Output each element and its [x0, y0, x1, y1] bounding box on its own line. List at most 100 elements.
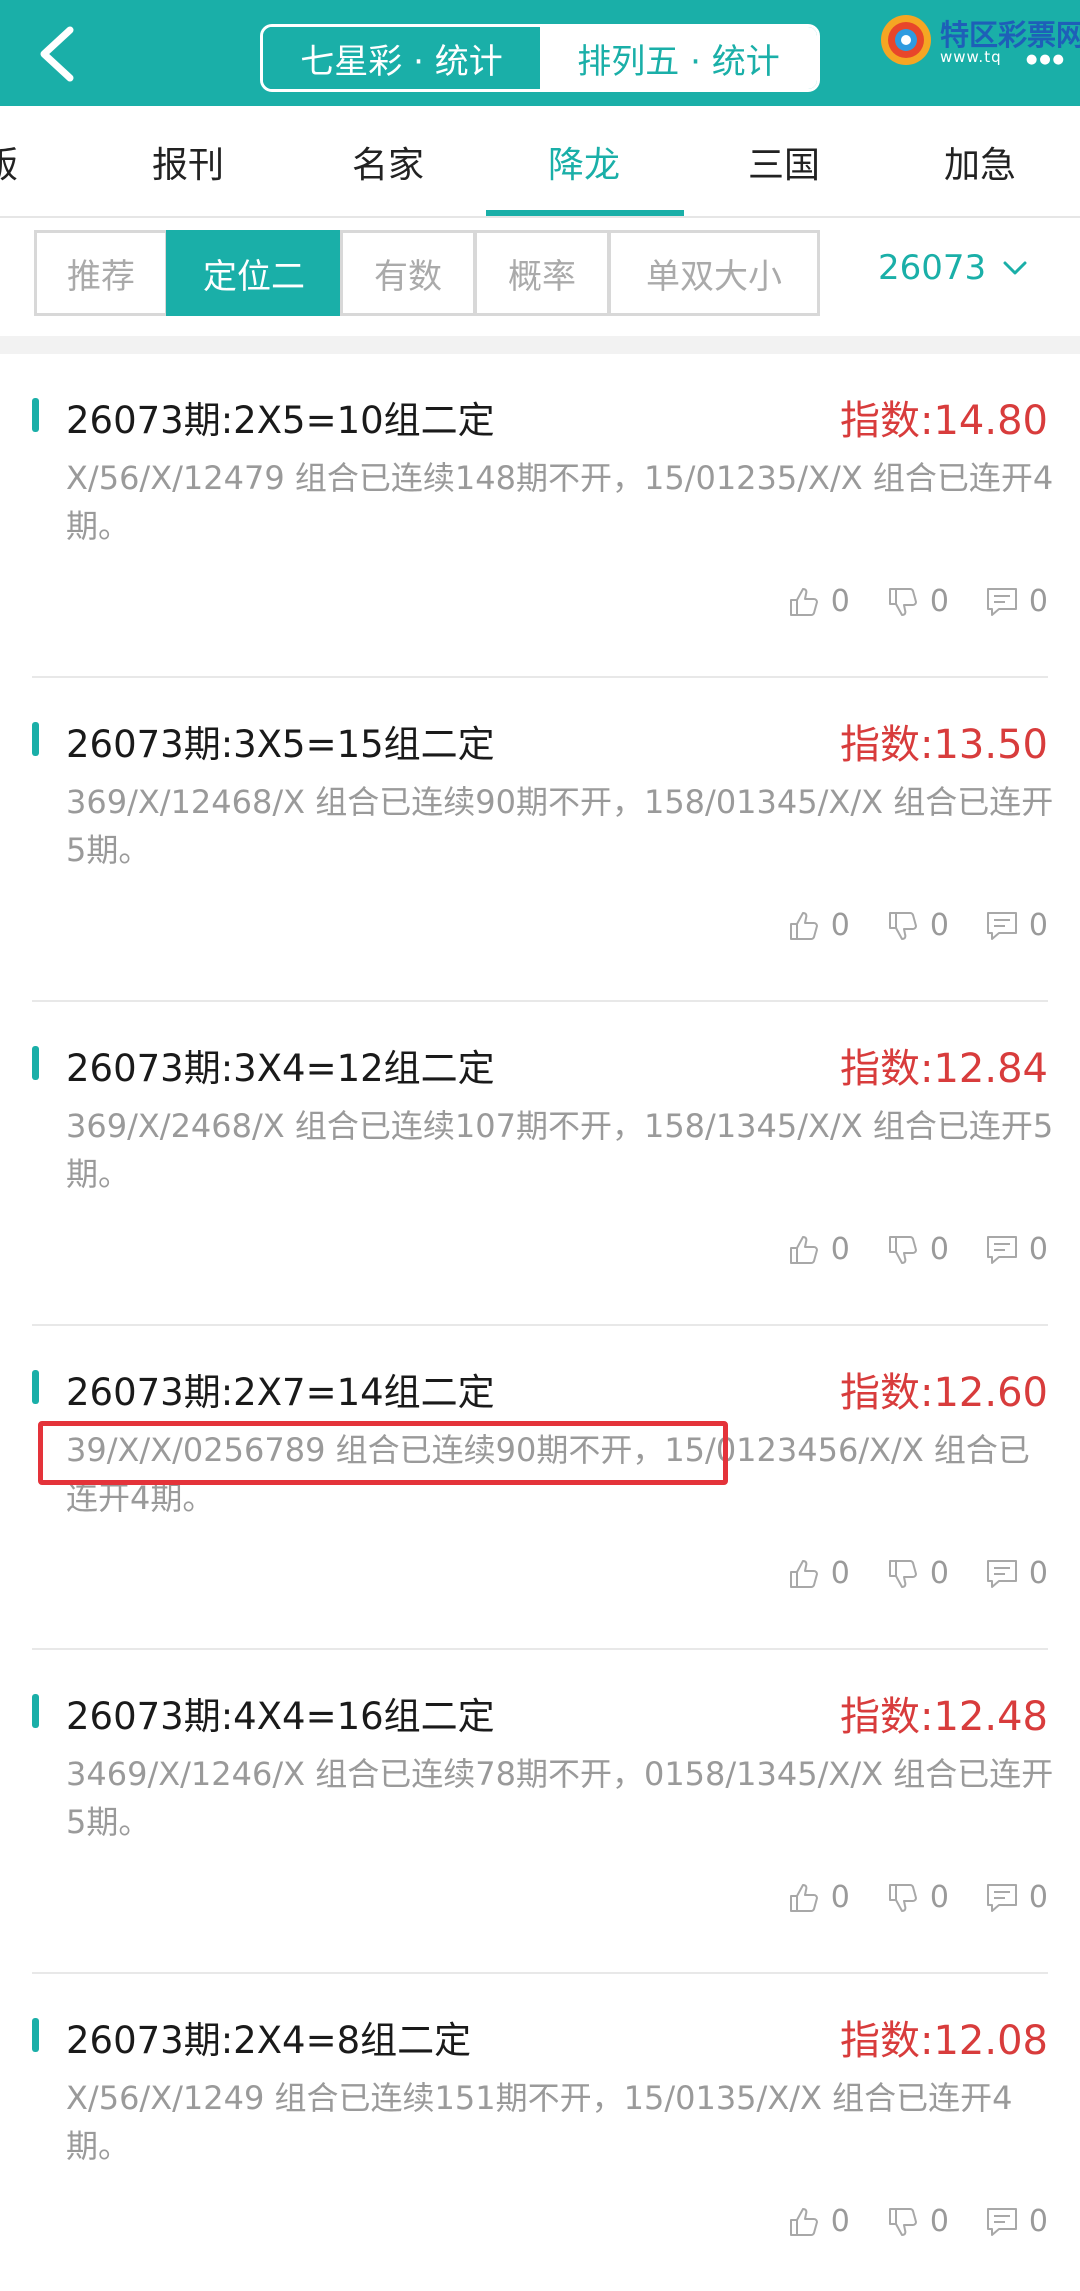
thumbs-down-icon: [888, 1559, 917, 1588]
title-marker: [32, 398, 39, 432]
like-button[interactable]: 0: [787, 908, 850, 943]
item-description: 369/X/2468/X 组合已连续107期不开，158/1345/X/X 组合…: [66, 1107, 1054, 1193]
segment-qxc[interactable]: 七星彩 · 统计: [263, 27, 540, 89]
thumbs-up-icon: [789, 1235, 818, 1264]
logo-swirl-icon: [881, 15, 931, 65]
chevron-left-icon: [40, 26, 74, 82]
segment-plw[interactable]: 排列五 · 统计: [540, 27, 817, 89]
dislike-button[interactable]: 0: [886, 1232, 949, 1267]
filter-recommend[interactable]: 推荐: [34, 230, 168, 316]
comment-button[interactable]: 0: [985, 908, 1048, 943]
item-description: X/56/X/12479 组合已连续148期不开，15/01235/X/X 组合…: [66, 459, 1054, 545]
thumbs-down-icon: [888, 1883, 917, 1912]
title-marker: [32, 2018, 39, 2052]
tab-newspaper[interactable]: 报刊: [118, 106, 258, 218]
item-index: 指数:12.60: [840, 1370, 1048, 1416]
tab-experts[interactable]: 名家: [318, 106, 458, 218]
period-value: 26073: [878, 248, 987, 288]
comment-button[interactable]: 0: [985, 2204, 1048, 2239]
list-item[interactable]: 26073期:2X5=10组二定 指数:14.80 X/56/X/12479 组…: [32, 354, 1053, 678]
comment-count: 0: [1028, 1556, 1048, 1591]
comment-button[interactable]: 0: [985, 1232, 1048, 1267]
like-button[interactable]: 0: [787, 1880, 850, 1915]
tab-xianglong[interactable]: 降龙: [514, 106, 654, 218]
item-actions: 0 0 0: [787, 1880, 1048, 1915]
like-count: 0: [830, 584, 850, 619]
filter-probability[interactable]: 概率: [474, 230, 610, 316]
dislike-count: 0: [929, 584, 949, 619]
item-index: 指数:14.80: [840, 398, 1048, 444]
top-bar: 七星彩 · 统计 排列五 · 统计 特区彩票网 www.tq ●●●: [0, 0, 1080, 106]
prediction-list: 26073期:2X5=10组二定 指数:14.80 X/56/X/12479 组…: [0, 354, 1080, 2291]
item-actions: 0 0 0: [787, 1556, 1048, 1591]
tab-sanguo[interactable]: 三国: [714, 106, 854, 218]
comment-button[interactable]: 0: [985, 1556, 1048, 1591]
item-actions: 0 0 0: [787, 908, 1048, 943]
item-actions: 0 0 0: [787, 1232, 1048, 1267]
dislike-button[interactable]: 0: [886, 584, 949, 619]
period-selector[interactable]: 26073: [878, 248, 1028, 288]
comment-icon: [986, 1559, 1017, 1588]
like-count: 0: [830, 1880, 850, 1915]
logo-url: www.tq: [940, 48, 1002, 66]
title-marker: [32, 1046, 39, 1080]
item-title: 26073期:2X5=10组二定: [66, 399, 495, 442]
like-count: 0: [830, 2204, 850, 2239]
dislike-button[interactable]: 0: [886, 1556, 949, 1591]
like-button[interactable]: 0: [787, 1556, 850, 1591]
filter-position-two[interactable]: 定位二: [166, 230, 342, 316]
item-title: 26073期:3X5=15组二定: [66, 723, 495, 766]
thumbs-up-icon: [789, 1883, 818, 1912]
comment-icon: [986, 587, 1017, 616]
comment-count: 0: [1028, 1880, 1048, 1915]
item-description: 369/X/12468/X 组合已连续90期不开，158/01345/X/X 组…: [66, 783, 1054, 869]
like-count: 0: [830, 1556, 850, 1591]
comment-icon: [986, 1235, 1017, 1264]
list-item[interactable]: 26073期:2X4=8组二定 指数:12.08 X/56/X/1249 组合已…: [32, 1974, 1048, 2291]
comment-button[interactable]: 0: [985, 1880, 1048, 1915]
comment-button[interactable]: 0: [985, 584, 1048, 619]
dislike-button[interactable]: 0: [886, 2204, 949, 2239]
title-marker: [32, 722, 39, 756]
title-marker: [32, 1694, 39, 1728]
filter-bar: 推荐 定位二 有数 概率 单双大小 26073: [0, 218, 1080, 342]
like-button[interactable]: 0: [787, 584, 850, 619]
thumbs-up-icon: [789, 911, 818, 940]
list-item[interactable]: 26073期:3X5=15组二定 指数:13.50 369/X/12468/X …: [32, 678, 1053, 1002]
comment-icon: [986, 2207, 1017, 2236]
title-marker: [32, 1370, 39, 1404]
thumbs-down-icon: [888, 2207, 917, 2236]
thumbs-down-icon: [888, 587, 917, 616]
like-button[interactable]: 0: [787, 2204, 850, 2239]
like-button[interactable]: 0: [787, 1232, 850, 1267]
dislike-button[interactable]: 0: [886, 1880, 949, 1915]
thumbs-down-icon: [888, 1235, 917, 1264]
dislike-button[interactable]: 0: [886, 908, 949, 943]
logo-dots: ●●●: [1026, 52, 1067, 67]
dislike-count: 0: [929, 908, 949, 943]
filter-odd-even-size[interactable]: 单双大小: [608, 230, 820, 316]
item-index: 指数:12.84: [840, 1046, 1048, 1092]
like-count: 0: [830, 1232, 850, 1267]
item-index: 指数:12.48: [840, 1694, 1048, 1740]
tab-ban[interactable]: 版: [0, 106, 40, 218]
list-item[interactable]: 26073期:3X4=12组二定 指数:12.84 369/X/2468/X 组…: [32, 1002, 1053, 1326]
thumbs-down-icon: [888, 911, 917, 940]
item-title: 26073期:2X4=8组二定: [66, 2019, 472, 2062]
filter-has-number[interactable]: 有数: [340, 230, 476, 316]
dislike-count: 0: [929, 1232, 949, 1267]
dislike-count: 0: [929, 1880, 949, 1915]
lottery-switch: 七星彩 · 统计 排列五 · 统计: [260, 24, 820, 92]
comment-count: 0: [1028, 584, 1048, 619]
tab-urgent[interactable]: 加急: [910, 106, 1050, 218]
list-item[interactable]: 26073期:4X4=16组二定 指数:12.48 3469/X/1246/X …: [32, 1650, 1053, 1974]
active-tab-indicator: [486, 210, 684, 216]
chevron-down-icon: [1003, 261, 1027, 275]
like-count: 0: [830, 908, 850, 943]
back-button[interactable]: [28, 22, 88, 86]
list-item[interactable]: 26073期:2X7=14组二定 指数:12.60 39/X/X/0256789…: [32, 1326, 1048, 1650]
item-actions: 0 0 0: [787, 584, 1048, 619]
comment-count: 0: [1028, 1232, 1048, 1267]
comment-icon: [986, 911, 1017, 940]
section-divider: [0, 336, 1080, 354]
